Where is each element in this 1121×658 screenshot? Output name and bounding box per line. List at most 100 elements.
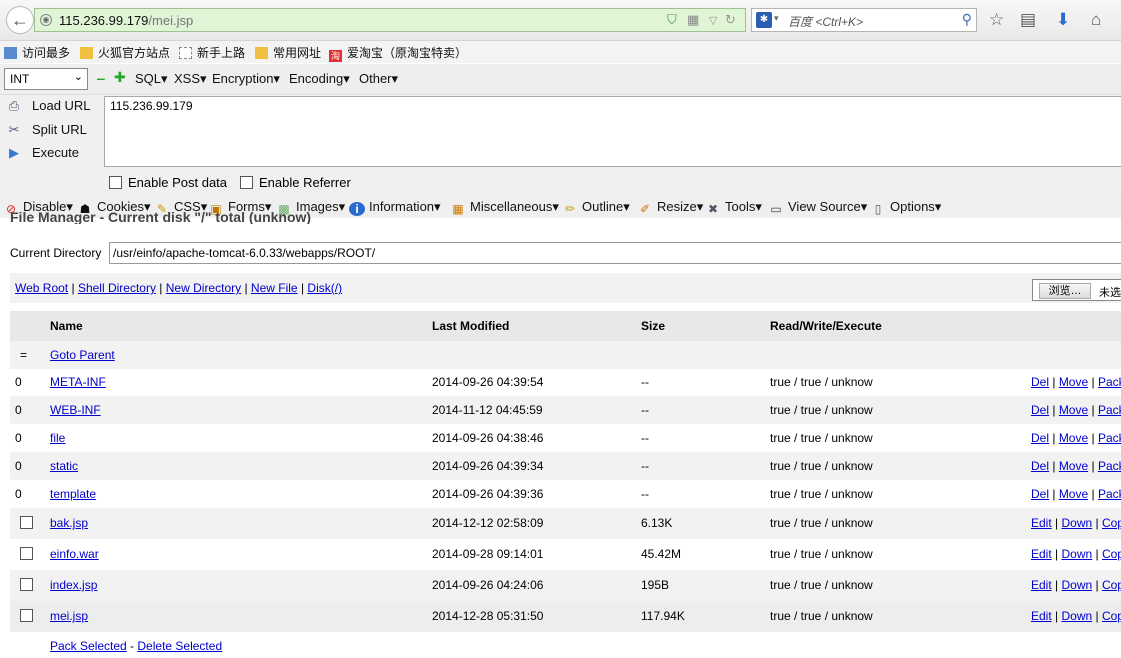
file-name-link[interactable]: mei.jsp: [50, 601, 88, 632]
edit-link[interactable]: Edit: [1031, 516, 1052, 530]
copy-link[interactable]: Copy: [1102, 578, 1121, 592]
other-menu[interactable]: Other▾: [359, 71, 398, 87]
dir-name-link[interactable]: META-INF: [50, 368, 106, 396]
enable-referrer-checkbox[interactable]: Enable Referrer: [240, 175, 351, 190]
address-bar[interactable]: ◉ 115.236.99.179/mei.jsp ⛉ ▦ ▽ ↻: [34, 8, 746, 32]
pack-link[interactable]: Pack: [1098, 459, 1121, 473]
table-row: 0 file 2014-09-26 04:38:46 -- true / tru…: [10, 424, 1121, 452]
qr-code-icon[interactable]: ▦: [687, 12, 699, 28]
move-link[interactable]: Move: [1059, 431, 1088, 445]
checkbox-box[interactable]: [240, 176, 253, 189]
execute-button[interactable]: ▶ Execute: [6, 145, 79, 161]
edit-link[interactable]: Edit: [1031, 609, 1052, 623]
information-menu[interactable]: i Information▾: [349, 199, 441, 216]
shell-directory-link[interactable]: Shell Directory: [78, 281, 156, 295]
copy-link[interactable]: Copy: [1102, 516, 1121, 530]
del-link[interactable]: Del: [1031, 403, 1049, 417]
back-button[interactable]: ←: [6, 6, 34, 34]
view-source-menu[interactable]: ▭ View Source▾: [768, 199, 867, 216]
edit-link[interactable]: Edit: [1031, 578, 1052, 592]
file-name-link[interactable]: index.jsp: [50, 570, 97, 601]
copy-link[interactable]: Copy: [1102, 547, 1121, 561]
down-link[interactable]: Down: [1061, 609, 1092, 623]
decrease-icon[interactable]: ‒: [97, 70, 105, 86]
file-upload-input[interactable]: 浏览… 未选: [1032, 279, 1121, 301]
file-name-link[interactable]: einfo.war: [50, 539, 99, 570]
miscellaneous-menu[interactable]: ▦ Miscellaneous▾: [450, 199, 559, 216]
pack-link[interactable]: Pack: [1098, 403, 1121, 417]
bookmark-common-sites[interactable]: 常用网址: [255, 44, 321, 61]
down-link[interactable]: Down: [1061, 547, 1092, 561]
down-link[interactable]: Down: [1061, 516, 1092, 530]
split-url-button[interactable]: ✂ Split URL: [6, 122, 87, 138]
move-link[interactable]: Move: [1059, 487, 1088, 501]
new-directory-link[interactable]: New Directory: [166, 281, 241, 295]
move-link[interactable]: Move: [1059, 459, 1088, 473]
disk-link[interactable]: Disk(/): [307, 281, 342, 295]
baidu-icon[interactable]: ✱: [756, 12, 772, 28]
del-link[interactable]: Del: [1031, 431, 1049, 445]
select-checkbox[interactable]: [20, 516, 33, 529]
permissions-value: true / true / unknow: [770, 459, 873, 473]
shield-icon[interactable]: ⛉: [667, 12, 677, 28]
size-value: --: [641, 459, 649, 473]
int-select[interactable]: INT ⌄: [4, 68, 88, 90]
bookmark-firefox-site[interactable]: 火狐官方站点: [80, 44, 170, 61]
search-bar[interactable]: ✱ ▾ 百度 <Ctrl+K> ⚲: [751, 8, 977, 32]
del-link[interactable]: Del: [1031, 487, 1049, 501]
tools-menu[interactable]: ✖ Tools▾: [705, 199, 762, 216]
move-link[interactable]: Move: [1059, 403, 1088, 417]
del-link[interactable]: Del: [1031, 459, 1049, 473]
bookmark-getting-started[interactable]: 新手上路: [179, 44, 245, 61]
hackbar-url-textarea[interactable]: 115.236.99.179: [104, 96, 1121, 167]
size-value: --: [641, 431, 649, 445]
header-last-modified: Last Modified: [432, 319, 510, 333]
move-link[interactable]: Move: [1059, 375, 1088, 389]
encoding-menu[interactable]: Encoding▾: [289, 71, 350, 87]
sql-menu[interactable]: SQL▾: [135, 71, 168, 87]
resize-menu[interactable]: ✐ Resize▾: [637, 199, 703, 216]
delete-selected-link[interactable]: Delete Selected: [137, 639, 222, 653]
copy-link[interactable]: Copy: [1102, 609, 1121, 623]
engine-dropdown-icon[interactable]: ▾: [774, 13, 779, 24]
current-directory-input[interactable]: /usr/einfo/apache-tomcat-6.0.33/webapps/…: [109, 242, 1121, 264]
dropdown-icon[interactable]: ▽: [709, 14, 717, 27]
download-icon[interactable]: ⬇: [1056, 10, 1070, 30]
browse-button[interactable]: 浏览…: [1039, 283, 1091, 299]
checkbox-box[interactable]: [109, 176, 122, 189]
dir-name-link[interactable]: static: [50, 452, 78, 480]
dir-name-link[interactable]: template: [50, 480, 96, 508]
increase-icon[interactable]: ✚: [114, 69, 126, 86]
select-checkbox[interactable]: [20, 547, 33, 560]
gear-icon: [4, 47, 17, 59]
bookmark-ai-taobao[interactable]: 淘爱淘宝（原淘宝特卖）: [329, 44, 467, 62]
options-icon: ▯: [874, 202, 882, 216]
web-root-link[interactable]: Web Root: [15, 281, 68, 295]
options-menu[interactable]: ▯ Options▾: [870, 199, 942, 216]
pack-selected-link[interactable]: Pack Selected: [50, 639, 127, 653]
del-link[interactable]: Del: [1031, 375, 1049, 389]
xss-menu[interactable]: XSS▾: [174, 71, 207, 87]
bookmark-most-visited[interactable]: 访问最多: [4, 44, 70, 61]
goto-parent-link[interactable]: Goto Parent: [50, 341, 115, 369]
pack-link[interactable]: Pack: [1098, 431, 1121, 445]
outline-menu[interactable]: ✏ Outline▾: [562, 199, 630, 216]
encryption-menu[interactable]: Encryption▾: [212, 71, 280, 87]
search-icon[interactable]: ⚲: [962, 11, 972, 28]
down-link[interactable]: Down: [1061, 578, 1092, 592]
select-checkbox[interactable]: [20, 609, 33, 622]
dir-name-link[interactable]: file: [50, 424, 65, 452]
select-checkbox[interactable]: [20, 578, 33, 591]
file-name-link[interactable]: bak.jsp: [50, 508, 88, 539]
reload-icon[interactable]: ↻: [725, 12, 736, 28]
enable-post-checkbox[interactable]: Enable Post data: [109, 175, 227, 190]
pack-link[interactable]: Pack: [1098, 375, 1121, 389]
home-icon[interactable]: ⌂: [1091, 10, 1101, 30]
reading-list-icon[interactable]: ▤: [1020, 10, 1036, 30]
edit-link[interactable]: Edit: [1031, 547, 1052, 561]
dir-name-link[interactable]: WEB-INF: [50, 396, 101, 424]
pack-link[interactable]: Pack: [1098, 487, 1121, 501]
load-url-button[interactable]: ⎙ Load URL: [6, 98, 91, 114]
new-file-link[interactable]: New File: [251, 281, 298, 295]
star-icon[interactable]: ☆: [989, 10, 1004, 30]
